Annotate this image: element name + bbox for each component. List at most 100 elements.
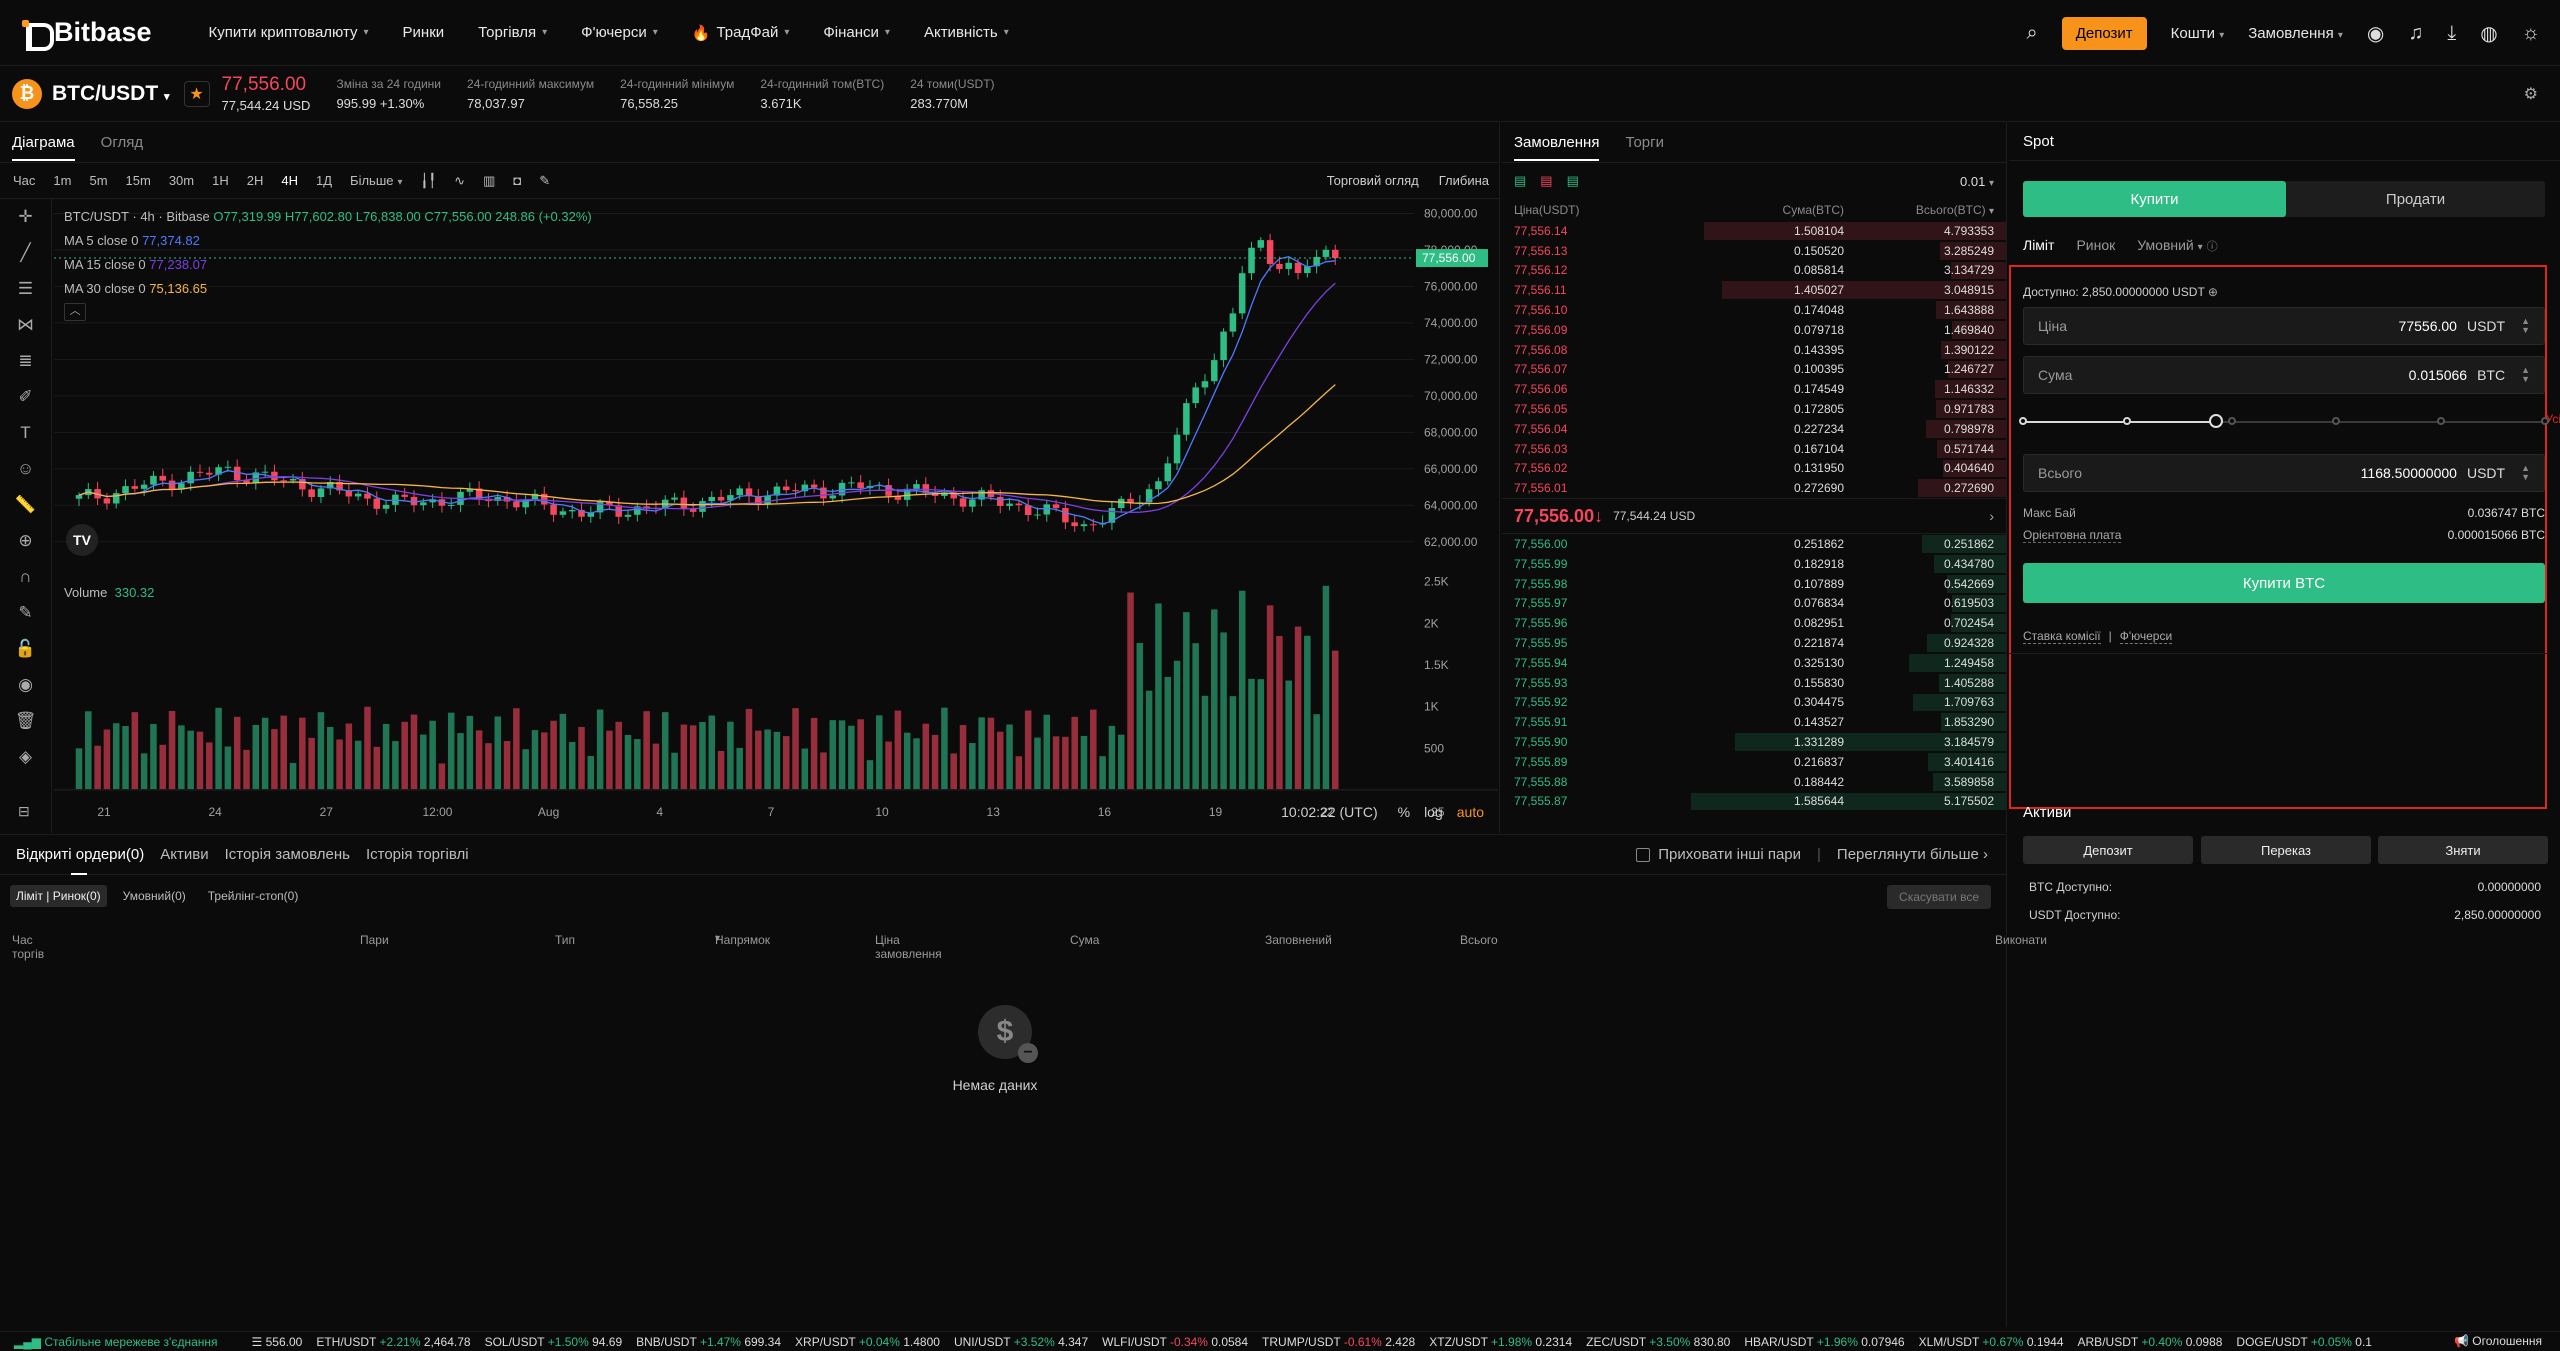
pair-selector[interactable]: BTC/USDT ▾ bbox=[52, 82, 170, 106]
slider-handle[interactable] bbox=[2209, 414, 2224, 428]
tab-market[interactable]: Ринок bbox=[2076, 237, 2115, 254]
emoji-icon[interactable]: ☺ bbox=[0, 451, 51, 487]
ticker-item[interactable]: BNB/USDT +1.47% 699.34 bbox=[636, 1335, 781, 1349]
order-book-row[interactable]: 77,555.97 0.076834 0.619503 bbox=[1502, 594, 2006, 614]
text-icon[interactable]: T bbox=[0, 415, 51, 451]
order-book-row[interactable]: 77,556.00 0.251862 0.251862 bbox=[1502, 534, 2006, 554]
interval-option[interactable]: 15m bbox=[117, 173, 160, 188]
ticker-item[interactable]: XRP/USDT +0.04% 1.4800 bbox=[795, 1335, 940, 1349]
interval-option[interactable]: 30m bbox=[160, 173, 203, 188]
order-book-row[interactable]: 77,555.93 0.155830 1.405288 bbox=[1502, 673, 2006, 693]
order-book-row[interactable]: 77,555.91 0.143527 1.853290 bbox=[1502, 712, 2006, 732]
bell-icon[interactable]: ♫ bbox=[2408, 22, 2423, 45]
order-book-row[interactable]: 77,555.90 1.331289 3.184579 bbox=[1502, 732, 2006, 752]
order-book-row[interactable]: 77,555.99 0.182918 0.434780 bbox=[1502, 554, 2006, 574]
ticker-item[interactable]: HBAR/USDT +1.96% 0.07946 bbox=[1744, 1335, 1904, 1349]
collapse-legend-icon[interactable]: ︿ bbox=[64, 303, 86, 321]
trash-icon[interactable]: 🗑 bbox=[0, 703, 51, 739]
magnet-icon[interactable]: ∩ bbox=[0, 559, 51, 595]
amount-slider[interactable]: Усі bbox=[2019, 412, 2560, 432]
precision-select[interactable]: 0.01 ▾ bbox=[1960, 174, 1994, 189]
order-book-row[interactable]: 77,556.10 0.174048 1.643888 bbox=[1502, 300, 2006, 320]
ticker-item[interactable]: TRUMP/USDT -0.61% 2.428 bbox=[1262, 1335, 1415, 1349]
slider-step[interactable] bbox=[2019, 417, 2027, 425]
candle-type-icon[interactable]: ╽╿ bbox=[412, 173, 446, 189]
tab-order-history[interactable]: Історія замовлень bbox=[225, 846, 350, 863]
ticker-item[interactable]: ARB/USDT +0.40% 0.0988 bbox=[2078, 1335, 2223, 1349]
book-both-icon[interactable]: ▤ bbox=[1514, 173, 1526, 189]
ticker-first[interactable]: ☰ 556.00 bbox=[252, 1335, 303, 1349]
tradingview-logo-icon[interactable]: TV bbox=[66, 524, 98, 556]
order-book-row[interactable]: 77,555.89 0.216837 3.401416 bbox=[1502, 752, 2006, 772]
crosshair-icon[interactable]: ✛ bbox=[0, 199, 51, 235]
tab-trade-history[interactable]: Історія торгівлі bbox=[366, 846, 469, 863]
slider-step[interactable] bbox=[2332, 417, 2341, 425]
asset-withdraw-button[interactable]: Зняти bbox=[2378, 836, 2548, 864]
brand-logo[interactable]: Bitbase bbox=[22, 17, 152, 51]
edit-icon[interactable]: ✎ bbox=[530, 173, 559, 189]
theme-sun-icon[interactable]: ☼ bbox=[2522, 22, 2540, 45]
price-input[interactable]: Ціна 77556.00 USDT ▲ ▼ bbox=[2023, 307, 2545, 345]
amount-stepper-icon[interactable]: ▲ ▼ bbox=[2521, 366, 2530, 384]
price-chart[interactable]: 80,000.0078,000.0076,000.0074,000.0072,0… bbox=[54, 200, 1498, 833]
interval-option[interactable]: 1Д bbox=[307, 173, 341, 188]
buy-tab[interactable]: Купити bbox=[2023, 181, 2286, 217]
subtab-limit-market[interactable]: Ліміт | Ринок(0) bbox=[10, 885, 107, 907]
layers-icon[interactable]: ◈ bbox=[0, 739, 51, 775]
order-book-row[interactable]: 77,555.92 0.304475 1.709763 bbox=[1502, 693, 2006, 713]
ticker-item[interactable]: XLM/USDT +0.67% 0.1944 bbox=[1919, 1335, 2064, 1349]
tab-conditional[interactable]: Умовний ▾ ⓘ bbox=[2137, 237, 2217, 254]
order-book-row[interactable]: 77,556.01 0.272690 0.272690 bbox=[1502, 478, 2006, 498]
price-stepper-icon[interactable]: ▲ ▼ bbox=[2521, 317, 2530, 335]
cancel-all-button[interactable]: Скасувати все bbox=[1887, 885, 1991, 909]
indicators-icon[interactable]: ∿ bbox=[445, 173, 474, 189]
interval-option[interactable]: 1m bbox=[44, 173, 80, 188]
order-book-row[interactable]: 77,555.88 0.188442 3.589858 bbox=[1502, 772, 2006, 792]
tab-assets[interactable]: Активи bbox=[160, 846, 208, 863]
user-icon[interactable]: ◉ bbox=[2367, 21, 2384, 46]
order-book-row[interactable]: 77,556.12 0.085814 3.134729 bbox=[1502, 261, 2006, 281]
chart-tab[interactable]: Огляд bbox=[101, 134, 143, 151]
info-icon[interactable]: ⓘ bbox=[2207, 241, 2218, 253]
order-book-row[interactable]: 77,556.05 0.172805 0.971783 bbox=[1502, 399, 2006, 419]
eye-icon[interactable]: ◉ bbox=[0, 667, 51, 703]
nav-item[interactable]: Фінанси ▾ bbox=[806, 0, 907, 66]
nav-item[interactable]: Ринки bbox=[386, 0, 462, 66]
favorite-star-icon[interactable]: ★ bbox=[183, 80, 210, 107]
interval-option[interactable]: Більше ▾ bbox=[341, 173, 411, 188]
order-book-row[interactable]: 77,556.04 0.227234 0.798978 bbox=[1502, 419, 2006, 439]
book-asks-icon[interactable]: ▤ bbox=[1540, 173, 1552, 189]
amount-input[interactable]: Сума 0.015066 BTC ▲ ▼ bbox=[2023, 356, 2545, 394]
zoom-icon[interactable]: ⊕ bbox=[0, 523, 51, 559]
horizontal-lines-icon[interactable]: ☰ bbox=[0, 271, 51, 307]
interval-option[interactable]: Час bbox=[4, 173, 44, 188]
chart-view-option[interactable]: Торговий огляд bbox=[1317, 173, 1429, 188]
nav-item[interactable]: Ф'ючерси ▾ bbox=[564, 0, 675, 66]
order-book-tab[interactable]: Торги bbox=[1625, 134, 1664, 151]
nav-item[interactable]: Торгівля ▾ bbox=[461, 0, 564, 66]
slider-step[interactable] bbox=[2541, 417, 2549, 425]
chart-view-option[interactable]: Глибина bbox=[1429, 173, 1499, 188]
checkbox-icon[interactable] bbox=[1636, 848, 1651, 863]
interval-option[interactable]: 2H bbox=[238, 173, 273, 188]
ticker-item[interactable]: DOGE/USDT +0.05% 0.1 bbox=[2236, 1335, 2372, 1349]
buy-btc-button[interactable]: Купити BTC bbox=[2023, 563, 2545, 603]
order-book-row[interactable]: 77,556.03 0.167104 0.571744 bbox=[1502, 439, 2006, 459]
total-stepper-icon[interactable]: ▲ ▼ bbox=[2521, 464, 2530, 482]
subtab-conditional[interactable]: Умовний(0) bbox=[117, 885, 192, 907]
ticker-item[interactable]: XTZ/USDT +1.98% 0.2314 bbox=[1429, 1335, 1572, 1349]
chevron-right-icon[interactable]: › bbox=[1989, 508, 1994, 524]
interval-option[interactable]: 4H bbox=[272, 173, 307, 188]
tab-limit[interactable]: Ліміт bbox=[2023, 237, 2054, 254]
chart-tab[interactable]: Діаграма bbox=[12, 134, 75, 161]
add-funds-icon[interactable]: ⊕ bbox=[2208, 285, 2218, 299]
ticker-item[interactable]: UNI/USDT +3.52% 4.347 bbox=[954, 1335, 1088, 1349]
auto-scale-toggle[interactable]: auto bbox=[1457, 804, 1484, 820]
nav-item[interactable]: Активність ▾ bbox=[907, 0, 1026, 66]
fib-icon[interactable]: ≣ bbox=[0, 343, 51, 379]
search-icon[interactable]: ⌕ bbox=[2027, 22, 2038, 45]
view-more-link[interactable]: Переглянути більше › bbox=[1837, 846, 1988, 863]
orders-menu[interactable]: Замовлення ▾ bbox=[2248, 25, 2343, 42]
camera-icon[interactable]: ◘ bbox=[504, 173, 530, 188]
announcements-link[interactable]: 📢 Оголошення bbox=[2443, 1334, 2542, 1348]
